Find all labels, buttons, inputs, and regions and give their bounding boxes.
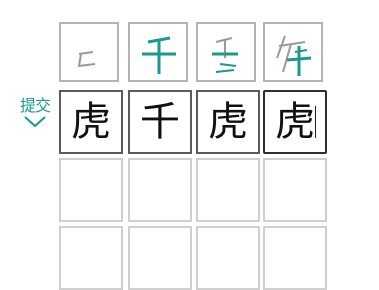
empty-cell[interactable] [263,158,327,222]
text-cursor [315,106,316,138]
answer-cell-4-active[interactable]: 虎 [263,90,327,154]
empty-cell[interactable] [59,226,123,290]
answer-cell-3[interactable]: 虎 [196,90,260,154]
answer-char: 虎 [275,99,315,145]
answer-char: 虎 [208,99,248,145]
answer-char: 虎 [71,99,111,145]
stroke-hint-cell-3 [196,22,256,82]
stroke-hint-cell-4 [263,22,323,82]
answer-cell-1[interactable]: 虎 [59,90,123,154]
stroke-hint-cell-1 [59,22,119,82]
empty-cell[interactable] [128,158,192,222]
chevron-down-icon [24,116,46,128]
answer-cell-2[interactable]: 千 [128,90,192,154]
empty-cell[interactable] [196,158,260,222]
stroke-hint-icon [77,51,96,68]
stroke-hint-icon [276,35,312,76]
answer-char: 千 [140,99,180,145]
stroke-hint-icon [212,37,238,73]
empty-cell[interactable] [196,226,260,290]
submit-label: 提交 [19,96,51,115]
empty-cell[interactable] [59,158,123,222]
submit-button[interactable]: 提交 [10,97,60,128]
stroke-hint-icon [142,36,176,74]
empty-cell[interactable] [128,226,192,290]
stroke-hint-cell-2 [128,22,188,82]
empty-cell[interactable] [263,226,327,290]
